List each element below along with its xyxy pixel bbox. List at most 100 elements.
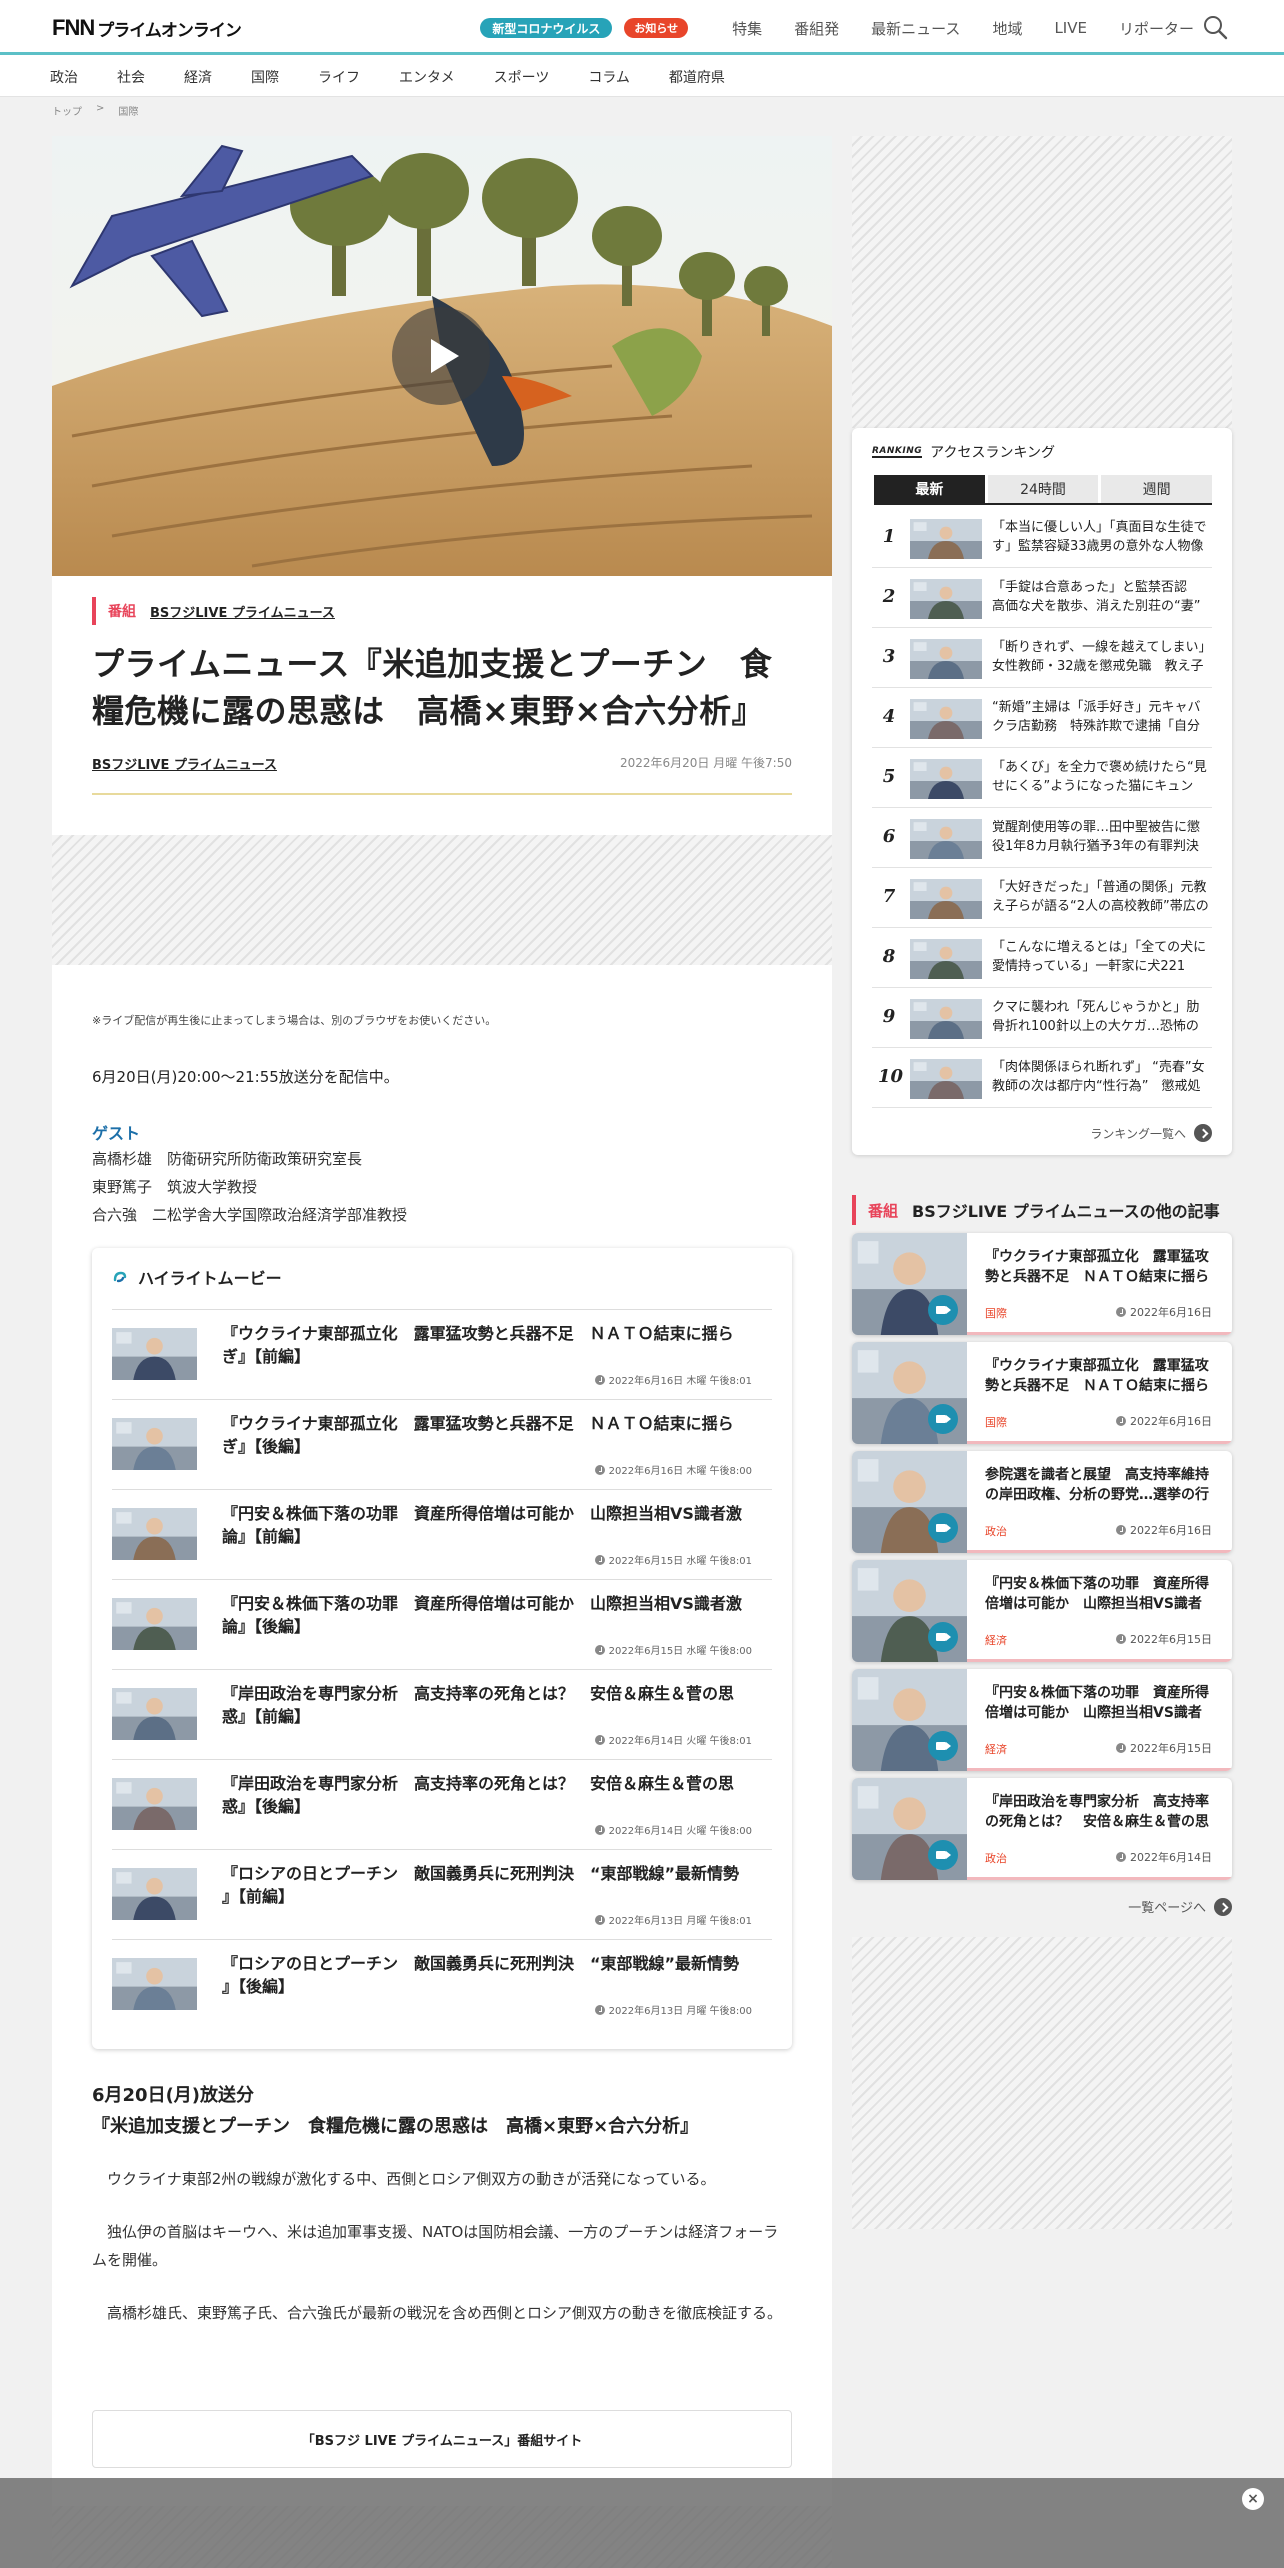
ranking-title: 「こんなに増えるとは」「全ての犬に愛情持っている」一軒家に犬221匹… <box>992 940 1207 974</box>
card-category: 経済 <box>985 1634 1007 1647</box>
category-column[interactable]: コラム <box>588 67 630 87</box>
card-thumbnail <box>852 1451 967 1553</box>
category-society[interactable]: 社会 <box>117 67 145 87</box>
ranking-title: 「本当に優しい人」「真面目な生徒です」監禁容疑33歳男の意外な人物像 <box>992 520 1207 554</box>
card-date-text: 2022年6月15日 <box>1130 1633 1212 1646</box>
breadcrumb-current[interactable]: 国際 <box>118 103 138 118</box>
highlight-date: 2022年6月13日 月曜 午後8:01 <box>594 1912 752 1927</box>
video-camera-icon <box>928 1513 958 1543</box>
ranking-item[interactable]: 3 「断りきれず、一線を越えてしまい」女性教師・32歳を懲戒免職 教え子と <box>872 628 1212 688</box>
ranking-title: 「断りきれず、一線を越えてしまい」女性教師・32歳を懲戒免職 教え子と <box>992 640 1205 674</box>
video-camera-icon <box>928 1731 958 1761</box>
ranking-title: “新婚”主婦は「派手好き」元キャバクラ店勤務 特殊詐欺で逮捕「自分から <box>992 700 1201 734</box>
tab-24h[interactable]: 24時間 <box>987 475 1099 503</box>
nav-live[interactable]: LIVE <box>1054 19 1087 37</box>
card-title: 『円安＆株価下落の功罪 資産所得倍増は可能か 山際担当相VS識者激論』 <box>985 1576 1209 1613</box>
ranking-thumbnail <box>910 999 982 1039</box>
nav-region[interactable]: 地域 <box>992 18 1022 39</box>
highlight-thumbnail <box>112 1598 197 1650</box>
video-player[interactable] <box>52 136 832 576</box>
video-camera-icon <box>928 1295 958 1325</box>
ranking-item[interactable]: 4 “新婚”主婦は「派手好き」元キャバクラ店勤務 特殊詐欺で逮捕「自分から <box>872 688 1212 748</box>
category-life[interactable]: ライフ <box>318 67 360 87</box>
category-politics[interactable]: 政治 <box>50 67 78 87</box>
highlight-item[interactable]: 『ロシアの日とプーチン 敵国義勇兵に死刑判決 “東部戦線”最新情勢 』【後編】 … <box>112 1939 772 2029</box>
site-logo[interactable]: FNN プライムオンライン <box>52 15 242 41</box>
ranking-item[interactable]: 1 「本当に優しい人」「真面目な生徒です」監禁容疑33歳男の意外な人物像 <box>872 508 1212 568</box>
nav-features[interactable]: 特集 <box>732 18 762 39</box>
ranking-item[interactable]: 5 「あくび」を全力で褒め続けたら“見せにくる”ようになった猫にキュン <box>872 748 1212 808</box>
nav-latest[interactable]: 最新ニュース <box>871 18 960 39</box>
search-icon[interactable] <box>1202 14 1228 40</box>
ranking-item[interactable]: 10 「肉体関係ほられ断れず」 “売春”女教師の次は都庁内“性行為” 懲戒処分 <box>872 1048 1212 1108</box>
breadcrumb-top[interactable]: トップ <box>52 103 82 118</box>
play-button[interactable] <box>392 307 490 405</box>
ranking-thumbnail <box>910 879 982 919</box>
highlight-date-text: 2022年6月13日 月曜 午後8:00 <box>608 2006 752 2017</box>
ranking-item[interactable]: 6 覚醒剤使用等の罪…田中聖被告に懲役1年8カ月執行猶予3年の有罪判決「反省 <box>872 808 1212 868</box>
highlight-thumbnail <box>112 1688 197 1740</box>
highlight-item[interactable]: 『ウクライナ東部孤立化 露軍猛攻勢と兵器不足 ＮＡＴＯ結束に揺らぎ』【後編】 2… <box>112 1399 772 1489</box>
highlight-date: 2022年6月15日 水曜 午後8:01 <box>594 1552 752 1567</box>
clock-icon <box>1116 1743 1126 1753</box>
program-name-link[interactable]: BSフジLIVE プライムニュース <box>150 602 335 621</box>
ranking-item[interactable]: 2 「手錠は合意あった」と監禁否認 高価な犬を散歩、消えた別荘の“妻” <box>872 568 1212 628</box>
article-card[interactable]: 『円安＆株価下落の功罪 資産所得倍増は可能か 山際担当相VS識者激論』 経済 2… <box>852 1560 1232 1662</box>
highlight-item[interactable]: 『円安＆株価下落の功罪 資産所得倍増は可能か 山際担当相VS識者激論』【前編】 … <box>112 1489 772 1579</box>
article-card[interactable]: 『岸田政治を専門家分析 高支持率の死角とは？ 安倍＆麻生＆菅の思惑』 政治 20… <box>852 1778 1232 1880</box>
clock-icon <box>594 1644 605 1655</box>
category-bar: 政治 社会 経済 国際 ライフ エンタメ スポーツ コラム 都道府県 <box>0 55 1284 97</box>
highlight-item[interactable]: 『ウクライナ東部孤立化 露軍猛攻勢と兵器不足 ＮＡＴＯ結束に揺らぎ』【前編】 2… <box>112 1309 772 1399</box>
highlight-thumbnail <box>112 1418 197 1470</box>
article-card[interactable]: 参院選を識者と展望 高支持率維持の岸田政権、分析の野党…選挙の行方 政治 202… <box>852 1451 1232 1553</box>
category-international[interactable]: 国際 <box>251 67 279 87</box>
highlight-item[interactable]: 『岸田政治を専門家分析 高支持率の死角とは？ 安倍＆麻生＆菅の思惑』【後編】 2… <box>112 1759 772 1849</box>
highlight-title: 『岸田政治を専門家分析 高支持率の死角とは？ 安倍＆麻生＆菅の思惑』【後編】 <box>222 1774 735 1817</box>
article-card[interactable]: 『ウクライナ東部孤立化 露軍猛攻勢と兵器不足 ＮＡＴＯ結束に揺らぎ』【後編】 国… <box>852 1342 1232 1444</box>
nav-reporter[interactable]: リポーター <box>1119 18 1194 39</box>
ranking-number: 6 <box>882 826 896 847</box>
category-entertainment[interactable]: エンタメ <box>399 67 455 87</box>
card-title: 『ウクライナ東部孤立化 露軍猛攻勢と兵器不足 ＮＡＴＯ結束に揺らぎ』【前編】 <box>985 1249 1209 1286</box>
ranking-thumbnail <box>910 1059 982 1099</box>
ranking-item[interactable]: 7 「大好きだった」「普通の関係」元教え子らが語る“2人の高校教師”帯広の <box>872 868 1212 928</box>
category-prefectures[interactable]: 都道府県 <box>669 67 725 87</box>
header-nav: 新型コロナウイルス お知らせ 特集 番組発 最新ニュース 地域 LIVE リポー… <box>480 17 1194 39</box>
program-site-link[interactable]: 「BSフジ LIVE プライムニュース」番組サイト <box>92 2410 792 2468</box>
article-card[interactable]: 『ウクライナ東部孤立化 露軍猛攻勢と兵器不足 ＮＡＴＯ結束に揺らぎ』【前編】 国… <box>852 1233 1232 1335</box>
clock-icon <box>1116 1525 1126 1535</box>
ranking-more-link[interactable]: ランキング一覧へ <box>1090 1124 1212 1142</box>
tab-latest[interactable]: 最新 <box>874 475 985 503</box>
ranking-thumbnail <box>910 939 982 979</box>
highlight-title: 『ウクライナ東部孤立化 露軍猛攻勢と兵器不足 ＮＡＴＯ結束に揺らぎ』【前編】 <box>222 1324 734 1367</box>
highlight-item[interactable]: 『ロシアの日とプーチン 敵国義勇兵に死刑判決 “東部戦線”最新情勢 』【前編】 … <box>112 1849 772 1939</box>
highlight-item[interactable]: 『岸田政治を専門家分析 高支持率の死角とは？ 安倍＆麻生＆菅の思惑』【前編】 2… <box>112 1669 772 1759</box>
ranking-item[interactable]: 9 クマに襲われ「死んじゃうかと」肋骨折れ100針以上の大ケガ…恐怖の一部始終 <box>872 988 1212 1048</box>
other-more-link[interactable]: 一覧ページへ <box>1128 1897 1232 1916</box>
close-icon[interactable]: × <box>1242 2488 1264 2510</box>
card-date: 2022年6月16日 <box>1116 1304 1212 1320</box>
card-category: 経済 <box>985 1743 1007 1756</box>
video-camera-icon <box>928 1840 958 1870</box>
nav-programs[interactable]: 番組発 <box>794 18 839 39</box>
ranking-number: 9 <box>882 1006 896 1027</box>
category-sports[interactable]: スポーツ <box>494 67 550 87</box>
highlight-thumbnail <box>112 1868 197 1920</box>
article-card[interactable]: 『円安＆株価下落の功罪 資産所得倍増は可能か 山際担当相VS識者激論』 経済 2… <box>852 1669 1232 1771</box>
card-date-text: 2022年6月16日 <box>1130 1306 1212 1319</box>
logo-mark: FNN <box>52 15 95 40</box>
ranking-title: 覚醒剤使用等の罪…田中聖被告に懲役1年8カ月執行猶予3年の有罪判決「反省 <box>992 820 1201 854</box>
ranking-number: 10 <box>878 1066 904 1087</box>
category-economy[interactable]: 経済 <box>184 67 212 87</box>
highlight-thumbnail <box>112 1508 197 1560</box>
card-underline <box>967 1768 1232 1771</box>
ranking-item[interactable]: 8 「こんなに増えるとは」「全ての犬に愛情持っている」一軒家に犬221匹… <box>872 928 1212 988</box>
tab-weekly[interactable]: 週間 <box>1101 475 1213 503</box>
clock-icon <box>594 1734 605 1745</box>
ranking-more-text: ランキング一覧へ <box>1090 1126 1186 1141</box>
highlight-item[interactable]: 『円安＆株価下落の功罪 資産所得倍増は可能か 山際担当相VS識者激論』【後編】 … <box>112 1579 772 1669</box>
notice-pill[interactable]: お知らせ <box>624 18 689 38</box>
covid-pill[interactable]: 新型コロナウイルス <box>480 18 613 38</box>
card-title: 『ウクライナ東部孤立化 露軍猛攻勢と兵器不足 ＮＡＴＯ結束に揺らぎ』【後編】 <box>985 1358 1209 1395</box>
source-link[interactable]: BSフジLIVE プライムニュース <box>92 754 277 773</box>
